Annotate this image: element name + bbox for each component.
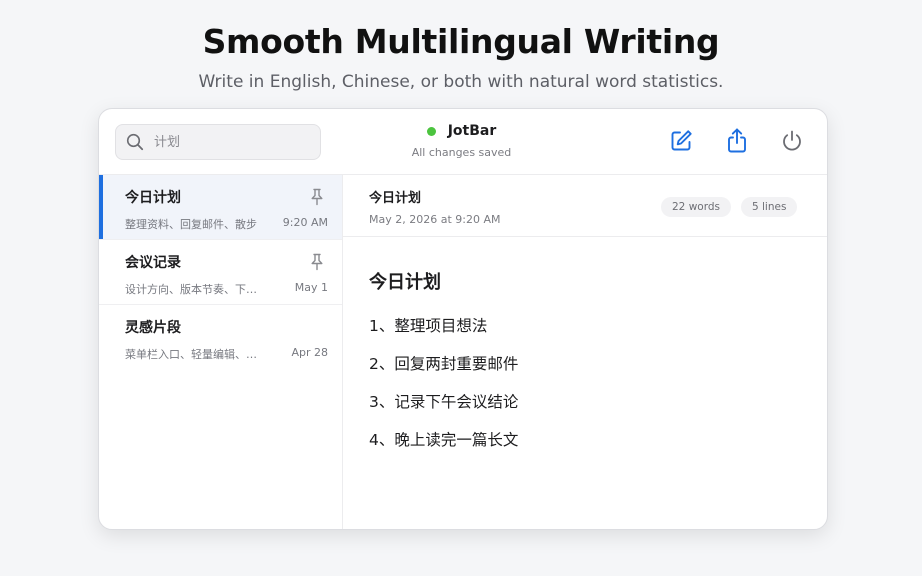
search-icon [126,133,144,151]
editor-text-area[interactable]: 今日计划 1、整理项目想法 2、回复两封重要邮件 3、记录下午会议结论 4、晚上… [343,237,827,450]
note-item-today-plan[interactable]: 今日计划 整理资料、回复邮件、散步 9:20 AM [99,175,342,240]
note-preview: 菜单栏入口、轻量编辑、… [125,348,257,361]
note-time: 9:20 AM [282,216,328,229]
document-line: 1、整理项目想法 [369,317,488,335]
compose-icon [671,130,692,151]
document-line: 4、晚上读完一篇长文 [369,431,519,449]
hero-subtitle: Write in English, Chinese, or both with … [198,72,724,92]
note-time: Apr 28 [291,346,328,359]
search-box[interactable] [115,124,321,160]
notes-list: 今日计划 整理资料、回复邮件、散步 9:20 AM 会议记录 设计方向、版本节奏… [99,175,343,529]
new-note-button[interactable] [667,127,695,155]
share-icon [728,128,746,153]
note-preview: 整理资料、回复邮件、散步 [125,218,257,231]
toolbar: JotBar All changes saved [99,109,827,175]
pin-icon[interactable] [310,253,324,271]
pin-icon[interactable] [310,188,324,206]
line-count-badge: 5 lines [741,197,798,217]
app-window: JotBar All changes saved 今日计 [98,108,828,530]
editor-header: 今日计划 May 2, 2026 at 9:20 AM 22 words 5 l… [343,175,827,237]
quit-button[interactable] [778,127,806,155]
app-name: JotBar [447,123,497,139]
note-preview: 设计方向、版本节奏、下… [125,283,257,296]
note-title: 灵感片段 [125,320,181,336]
note-item-inspiration[interactable]: 灵感片段 菜单栏入口、轻量编辑、… Apr 28 [99,305,342,370]
document-line: 3、记录下午会议结论 [369,393,519,411]
app-header: JotBar All changes saved [349,123,574,159]
word-count-badge: 22 words [661,197,731,217]
document-heading: 今日计划 [369,272,441,293]
save-status: All changes saved [411,146,512,159]
note-item-meeting-notes[interactable]: 会议记录 设计方向、版本节奏、下… May 1 [99,240,342,305]
share-button[interactable] [723,127,751,155]
search-input[interactable] [154,134,304,150]
note-title: 今日计划 [125,190,181,206]
document-line: 2、回复两封重要邮件 [369,355,519,373]
editor-pane: 今日计划 May 2, 2026 at 9:20 AM 22 words 5 l… [343,175,827,529]
sync-status-dot [426,126,436,136]
note-time: May 1 [294,281,328,294]
note-title: 会议记录 [125,255,181,271]
hero-title: Smooth Multilingual Writing [202,22,720,61]
power-icon [783,130,801,151]
